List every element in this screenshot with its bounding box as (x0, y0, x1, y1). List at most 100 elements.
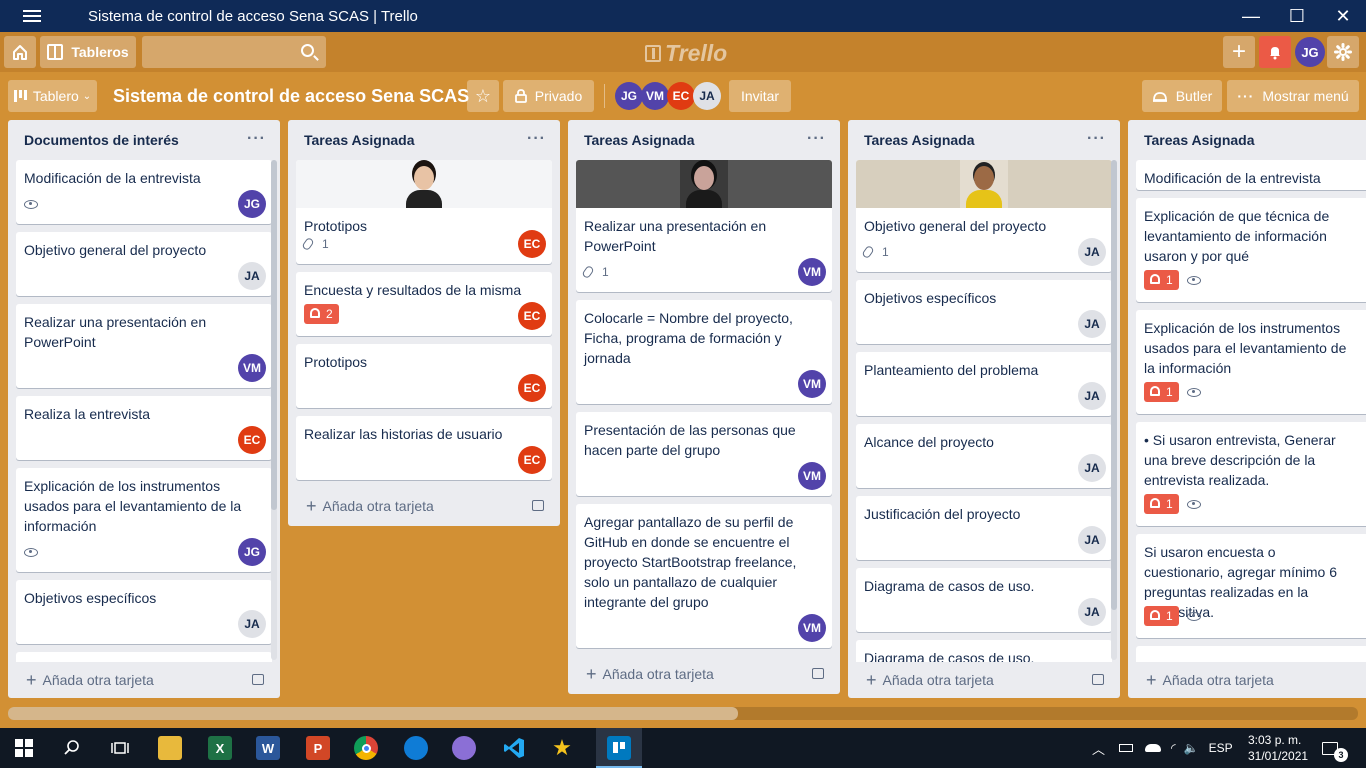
card-member-avatar[interactable]: JA (1078, 454, 1106, 482)
member-avatar[interactable]: VM (641, 82, 669, 110)
card-member-avatar[interactable]: VM (798, 462, 826, 490)
board-scrollbar[interactable] (8, 707, 1358, 720)
card[interactable]: Encuesta y resultados de la misma 2 EC (296, 272, 552, 336)
card-member-avatar[interactable]: EC (518, 302, 546, 330)
list-title[interactable]: Documentos de interés (24, 132, 179, 148)
due-date-badge[interactable]: 1 (1144, 270, 1179, 290)
chevron-up-icon[interactable]: ︿ (1092, 739, 1105, 758)
card[interactable]: Realiza la entrevista EC (16, 396, 272, 460)
card[interactable]: Justificación del proyecto JA (856, 496, 1112, 560)
close-button[interactable]: ✕ (1320, 0, 1366, 32)
card[interactable]: Objetivo general del proyecto 1 JA (856, 160, 1112, 272)
card[interactable]: Realizar las historias de usuario EC (296, 416, 552, 480)
due-date-badge[interactable]: 1 (1144, 382, 1179, 402)
github-desktop-icon[interactable] (452, 736, 476, 760)
card-member-avatar[interactable]: JA (1078, 382, 1106, 410)
language-indicator[interactable]: ESP (1209, 741, 1233, 755)
card[interactable]: Prototipos EC (296, 344, 552, 408)
card[interactable]: Diagrama de casos de uso. JA (856, 568, 1112, 632)
card[interactable]: Diagrama de casos de uso. (856, 640, 1112, 662)
board-scrollbar-thumb[interactable] (8, 707, 738, 720)
card[interactable]: Si usaron encuesta o cuestionario, agreg… (1136, 534, 1366, 638)
card[interactable]: Alcance del proyecto JA (856, 424, 1112, 488)
search-input[interactable] (142, 36, 326, 68)
card-template-icon[interactable] (812, 668, 824, 679)
card-member-avatar[interactable]: VM (798, 258, 826, 286)
card-member-avatar[interactable]: EC (518, 446, 546, 474)
list-header[interactable]: Tareas Asignada (1128, 120, 1366, 160)
settings-button[interactable] (1327, 36, 1359, 68)
battery-icon[interactable] (1119, 744, 1134, 752)
list-header[interactable]: Tareas Asignada ··· (568, 120, 840, 160)
card[interactable]: Objetivo general del proyecto JA (16, 232, 272, 296)
star-app-icon[interactable]: ★ (550, 735, 574, 760)
card-member-avatar[interactable]: VM (798, 614, 826, 642)
due-date-badge[interactable]: 1 (1144, 494, 1179, 514)
list-scrollbar[interactable] (271, 160, 277, 510)
task-view-icon[interactable] (108, 736, 132, 760)
list-menu-icon[interactable]: ··· (527, 131, 546, 147)
card[interactable]: Colocarle = Nombre del proyecto, Ficha, … (576, 300, 832, 404)
privacy-button[interactable]: Privado (503, 80, 594, 112)
list-title[interactable]: Tareas Asignada (1144, 132, 1255, 148)
card[interactable]: Realizar una presentación en PowerPoint … (16, 304, 272, 388)
card[interactable]: Explicación de que técnica de levantamie… (1136, 198, 1366, 302)
board-view-switcher[interactable]: Tablero ⌄ (8, 80, 97, 112)
card[interactable]: Objetivos específicos JA (856, 280, 1112, 344)
list-menu-icon[interactable]: ··· (807, 131, 826, 147)
list-header[interactable]: Documentos de interés ··· (8, 120, 280, 160)
add-card-button[interactable]: + Añada otra tarjeta (848, 662, 1120, 698)
show-menu-button[interactable]: ··· Mostrar menú (1227, 80, 1359, 112)
card-member-avatar[interactable]: VM (798, 370, 826, 398)
search-icon[interactable] (60, 736, 84, 760)
card-member-avatar[interactable]: VM (238, 354, 266, 382)
list-scrollbar[interactable] (1111, 160, 1117, 610)
edge-icon[interactable] (404, 736, 428, 760)
card[interactable]: Explicación de los instrumentos usados p… (16, 468, 272, 572)
trello-taskbar-icon[interactable] (607, 736, 631, 760)
card[interactable]: Planteamiento del problema JA (856, 352, 1112, 416)
list-menu-icon[interactable]: ··· (1087, 131, 1106, 147)
due-date-badge[interactable]: 1 (1144, 606, 1179, 626)
list-header[interactable]: Tareas Asignada ··· (288, 120, 560, 160)
card-template-icon[interactable] (1092, 674, 1104, 685)
due-date-badge[interactable]: 2 (304, 304, 339, 324)
add-card-button[interactable]: + Añada otra tarjeta (288, 488, 560, 524)
card[interactable]: Modificación de la entrevista (1136, 160, 1366, 190)
board-title[interactable]: Sistema de control de acceso Sena SCAS (113, 84, 469, 108)
trello-logo[interactable]: Trello (645, 40, 727, 67)
notifications-button[interactable] (1259, 36, 1291, 68)
card-member-avatar[interactable]: EC (518, 374, 546, 402)
powerpoint-icon[interactable]: P (306, 736, 330, 760)
list-menu-icon[interactable]: ··· (247, 131, 266, 147)
file-explorer-icon[interactable] (158, 736, 182, 760)
word-icon[interactable]: W (256, 736, 280, 760)
card[interactable] (1136, 646, 1366, 662)
card-member-avatar[interactable]: JA (238, 610, 266, 638)
card-member-avatar[interactable]: JA (238, 262, 266, 290)
card[interactable]: Agregar pantallazo de su perfil de GitHu… (576, 504, 832, 648)
member-avatar[interactable]: JA (693, 82, 721, 110)
maximize-button[interactable]: ☐ (1274, 0, 1320, 32)
user-avatar[interactable]: JG (1295, 37, 1325, 67)
excel-icon[interactable]: X (208, 736, 232, 760)
member-avatar[interactable]: JG (615, 82, 643, 110)
card[interactable]: Objetivos específicos JA (16, 580, 272, 644)
onedrive-icon[interactable] (1145, 744, 1162, 752)
butler-button[interactable]: Butler (1142, 80, 1222, 112)
notification-center-button[interactable]: 3 (1322, 728, 1348, 768)
create-button[interactable]: + (1223, 36, 1255, 68)
clock[interactable]: 3:03 p. m. 31/01/2021 (1248, 728, 1308, 768)
vscode-icon[interactable] (502, 736, 526, 760)
card-member-avatar[interactable]: JA (1078, 598, 1106, 626)
wifi-icon[interactable]: ◜ (1171, 741, 1176, 755)
list-title[interactable]: Tareas Asignada (864, 132, 975, 148)
star-button[interactable]: ☆ (467, 80, 499, 112)
card-member-avatar[interactable]: JA (1078, 310, 1106, 338)
card[interactable] (16, 652, 272, 662)
hamburger-menu-icon[interactable] (0, 0, 64, 32)
add-card-button[interactable]: + Añada otra tarjeta (8, 662, 280, 698)
volume-icon[interactable]: 🔈 (1184, 741, 1199, 755)
list-title[interactable]: Tareas Asignada (304, 132, 415, 148)
card[interactable]: • Si usaron entrevista, Generar una brev… (1136, 422, 1366, 526)
